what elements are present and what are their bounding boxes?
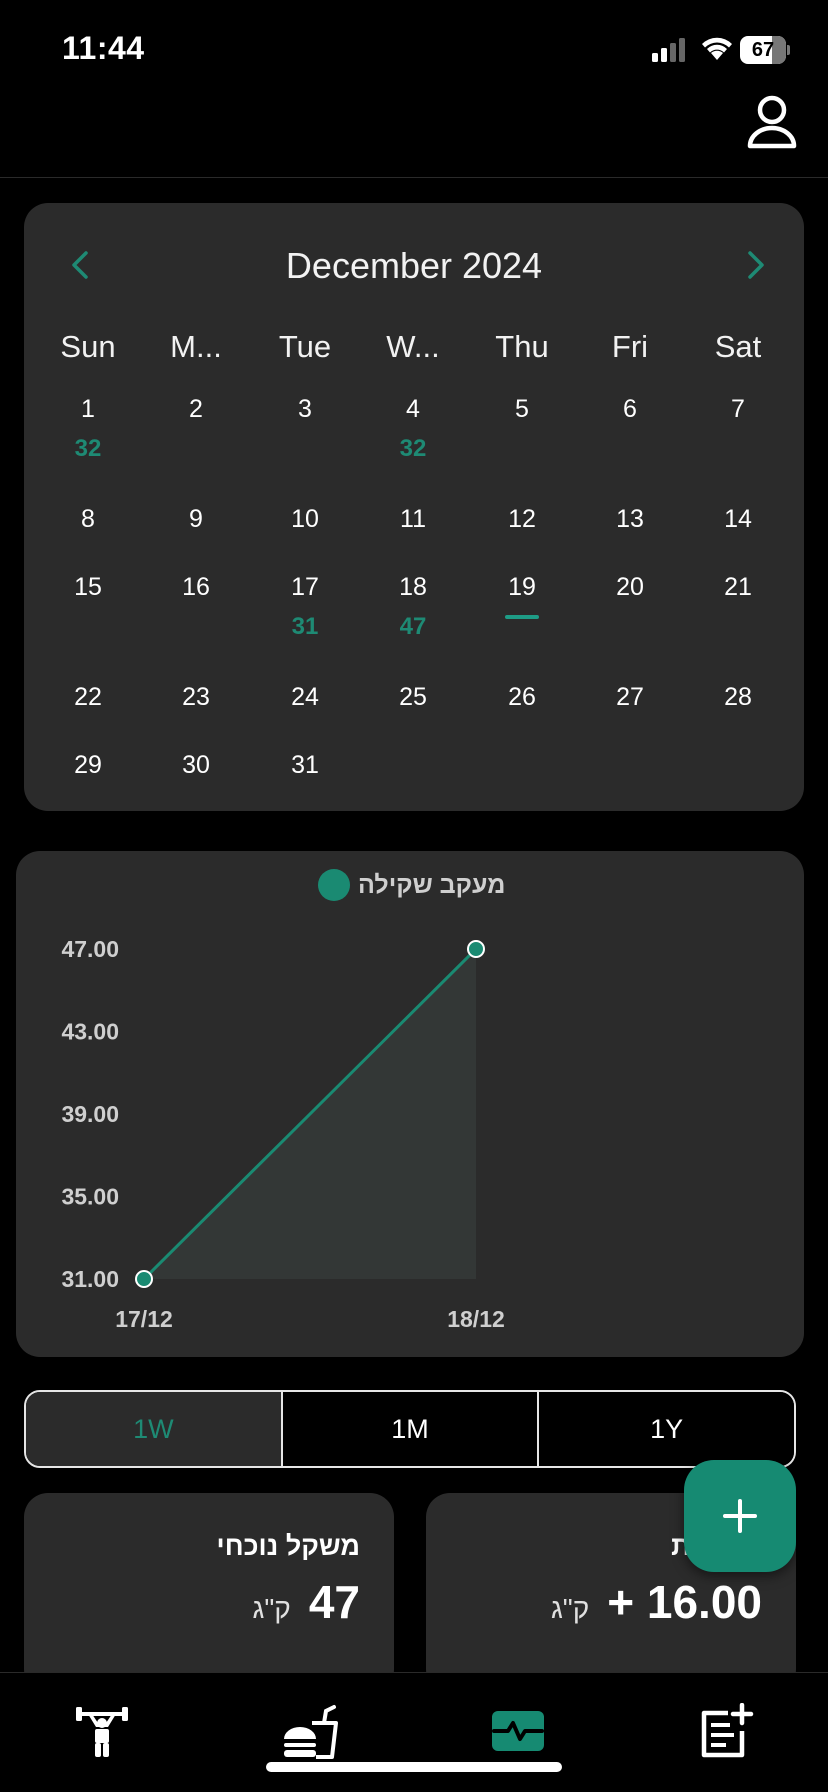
calendar-day-weight: 32 (399, 435, 427, 462)
weightlifter-icon[interactable] (74, 1703, 130, 1759)
next-month-button[interactable] (742, 243, 770, 287)
calendar-day[interactable]: 29 (34, 751, 142, 780)
weekday-label: M... (170, 329, 222, 364)
calendar-day[interactable]: 21 (684, 573, 792, 602)
y-axis-tick-label: 43.00 (61, 1019, 119, 1045)
bottom-tab-bar (0, 1672, 828, 1792)
x-axis-tick-label: 17/12 (115, 1306, 173, 1332)
calendar-day[interactable]: 15 (34, 573, 142, 602)
calendar-day[interactable]: 25 (359, 683, 467, 712)
y-axis-tick-label: 31.00 (61, 1266, 119, 1292)
weekday-label: Fri (611, 329, 649, 364)
battery-level: 67 (751, 39, 775, 61)
calendar-day[interactable]: 18 (359, 573, 467, 602)
calendar-day-weight: 31 (291, 613, 319, 640)
current-weight-title: משקל נוכחי (216, 1531, 360, 1561)
calendar-day[interactable]: 2 (142, 395, 250, 424)
calendar-day[interactable]: 23 (142, 683, 250, 712)
calendar-day[interactable]: 22 (34, 683, 142, 712)
weekday-label: Tue (278, 329, 332, 364)
weekday-label: Sat (714, 329, 762, 364)
calendar-day[interactable]: 7 (684, 395, 792, 424)
current-weight-unit: ק"ג (252, 1593, 291, 1624)
food-drink-icon[interactable] (282, 1703, 338, 1759)
calendar-day[interactable]: 1 (34, 395, 142, 424)
weekday-label: W... (386, 329, 440, 364)
app-header (0, 90, 828, 178)
y-axis-tick-label: 39.00 (61, 1101, 119, 1127)
calendar-day[interactable]: 14 (684, 505, 792, 534)
calendar-day[interactable]: 9 (142, 505, 250, 534)
calendar-day[interactable]: 26 (468, 683, 576, 712)
status-time: 11:44 (62, 30, 145, 66)
calendar-day[interactable]: 4 (359, 395, 467, 424)
data-point[interactable] (467, 940, 485, 958)
calendar-day[interactable]: 12 (468, 505, 576, 534)
today-indicator (505, 615, 539, 619)
weekly-change-value: + 16.00 (607, 1576, 762, 1628)
calendar-day[interactable]: 30 (142, 751, 250, 780)
calendar-day[interactable]: 20 (576, 573, 684, 602)
weekly-change-unit: ק"ג (550, 1593, 590, 1624)
profile-icon[interactable] (746, 94, 798, 150)
weekday-label: Sun (60, 329, 116, 364)
range-1w-button[interactable]: 1W (26, 1392, 283, 1466)
calendar-day[interactable]: 11 (359, 505, 467, 534)
range-1m-button[interactable]: 1M (282, 1392, 540, 1466)
status-bar: 11:44 67 (0, 0, 828, 90)
weight-chart-card: מעקב שקילה 47.00 43.00 39.00 35.00 31.00 17/1… (16, 851, 804, 1357)
current-weight-value: 47 (308, 1576, 360, 1628)
calendar-day[interactable]: 31 (251, 751, 359, 780)
calendar-month-title: December 2024 (285, 245, 543, 286)
current-weight-card: משקל נוכחי ק"ג 47 (24, 1493, 394, 1693)
weekday-header: Sun M... Tue W... Thu Fri Sat (24, 323, 804, 373)
plus-icon (723, 1499, 757, 1533)
data-point[interactable] (135, 1270, 153, 1288)
x-axis-tick-label: 18/12 (447, 1306, 505, 1332)
calendar-day[interactable]: 16 (142, 573, 250, 602)
add-weight-button[interactable] (684, 1460, 796, 1572)
calendar-day[interactable]: 24 (251, 683, 359, 712)
cellular-signal-icon (652, 38, 685, 62)
calendar-day[interactable]: 27 (576, 683, 684, 712)
calendar-day[interactable]: 6 (576, 395, 684, 424)
calendar-day[interactable]: 5 (468, 395, 576, 424)
calendar-card: December 2024 Sun M... Tue W... Thu Fri Sat 13… (24, 203, 804, 811)
note-add-icon[interactable] (698, 1703, 754, 1759)
calendar-day-weight: 32 (74, 435, 102, 462)
calendar-day-weight: 47 (399, 613, 427, 640)
wifi-icon (702, 37, 732, 60)
calendar-day[interactable]: 13 (576, 505, 684, 534)
range-1y-button[interactable]: 1Y (539, 1392, 794, 1466)
y-axis-tick-label: 35.00 (61, 1184, 119, 1210)
calendar-day[interactable]: 19 (468, 573, 576, 602)
y-axis-tick-label: 47.00 (61, 936, 119, 962)
home-indicator (266, 1762, 562, 1772)
calendar-day[interactable]: 8 (34, 505, 142, 534)
calendar-day[interactable]: 3 (251, 395, 359, 424)
weight-line-chart: 47.00 43.00 39.00 35.00 31.00 17/12 18/12 (61, 936, 505, 1332)
range-selector: 1W 1M 1Y (24, 1390, 796, 1468)
calendar-day[interactable]: 10 (251, 505, 359, 534)
battery-icon: 67 (740, 36, 790, 64)
calendar-day[interactable]: 28 (684, 683, 792, 712)
calendar-day[interactable]: 17 (251, 573, 359, 602)
weekday-label: Thu (495, 329, 549, 364)
activity-monitor-icon[interactable] (490, 1703, 546, 1759)
